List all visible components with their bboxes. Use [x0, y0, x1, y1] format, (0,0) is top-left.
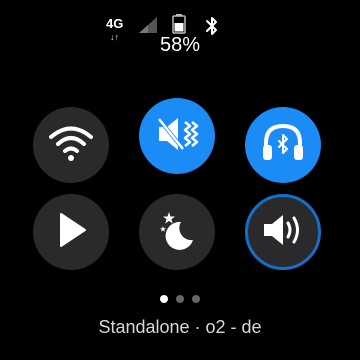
status-bar: 4G ↓↑	[0, 6, 360, 42]
do-not-disturb-toggle[interactable]	[139, 194, 215, 270]
sound-mode-toggle[interactable]	[139, 98, 215, 174]
page-dot-1[interactable]	[160, 295, 168, 303]
volume-button[interactable]	[245, 194, 321, 270]
bluetooth-headphones-icon	[259, 121, 307, 170]
carrier-label: Standalone · o2 - de	[98, 317, 262, 337]
mute-vibrate-icon	[153, 112, 201, 161]
network-type-label: 4G	[106, 16, 124, 31]
page-dot-3[interactable]	[192, 295, 200, 303]
wifi-icon	[47, 123, 95, 168]
page-dot-2[interactable]	[176, 295, 184, 303]
wifi-toggle[interactable]	[33, 107, 109, 183]
battery-percentage: 58%	[159, 34, 201, 56]
play-media-button[interactable]	[33, 194, 109, 270]
page-indicator	[0, 290, 360, 308]
watch-face: 4G ↓↑ 58% Standalone · o2 - de	[0, 0, 360, 360]
moon-stars-icon	[155, 208, 199, 257]
play-icon	[53, 210, 89, 255]
volume-icon	[260, 210, 306, 255]
bluetooth-audio-toggle[interactable]	[245, 107, 321, 183]
